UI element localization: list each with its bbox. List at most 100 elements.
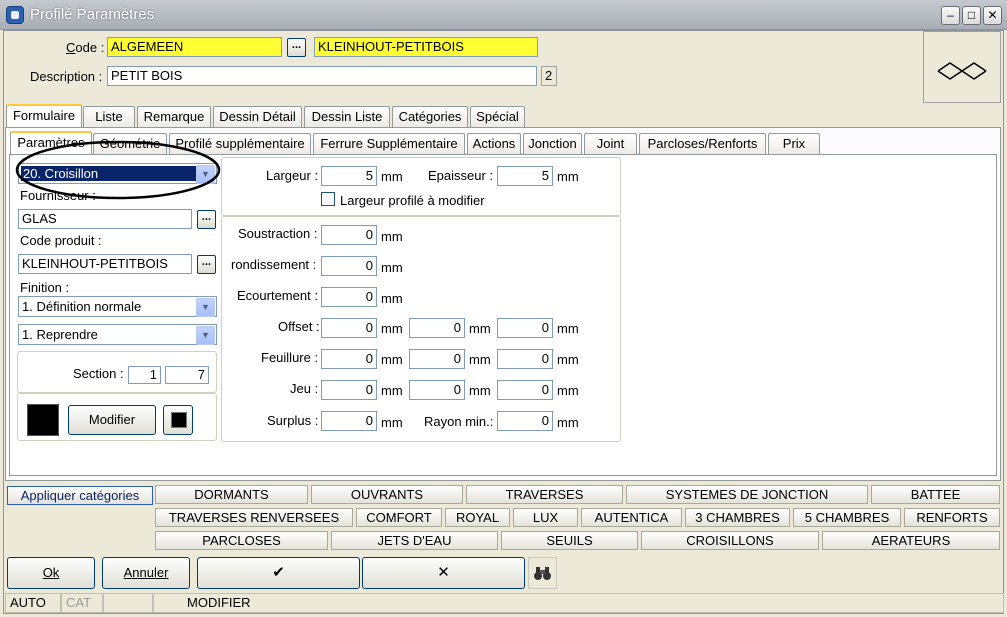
annuler-label: Annuler bbox=[123, 565, 169, 580]
soustraction-field[interactable]: 0 bbox=[321, 225, 377, 245]
ok-label: Ok bbox=[42, 565, 60, 580]
category-jets-d-eau[interactable]: JETS D'EAU bbox=[331, 531, 498, 550]
unit-label: mm bbox=[557, 415, 579, 430]
modifier-color-button[interactable]: Modifier bbox=[68, 405, 156, 435]
ecourtement-label: Ecourtement : bbox=[237, 288, 318, 303]
code-produit-field[interactable]: KLEINHOUT-PETITBOIS bbox=[18, 254, 192, 274]
code-description-field[interactable]: KLEINHOUT-PETITBOIS bbox=[314, 37, 538, 57]
category-5-chambres[interactable]: 5 CHAMBRES bbox=[793, 508, 901, 527]
fournisseur-field[interactable]: GLAS bbox=[18, 209, 192, 229]
section-label: Section : bbox=[73, 366, 124, 381]
subtab-parcloses-renforts[interactable]: Parcloses/Renforts bbox=[639, 133, 766, 154]
offset-label: Offset : bbox=[278, 319, 320, 334]
subtab-prix[interactable]: Prix bbox=[768, 133, 820, 154]
ecourtement-field[interactable]: 0 bbox=[321, 287, 377, 307]
largeur-modifier-label: Largeur profilé à modifier bbox=[340, 193, 485, 208]
status-mode: MODIFIER bbox=[153, 593, 1004, 613]
subtab-ferrure-supplementaire[interactable]: Ferrure Supplémentaire bbox=[313, 133, 465, 154]
surplus-field[interactable]: 0 bbox=[321, 411, 377, 431]
category-dormants[interactable]: DORMANTS bbox=[155, 485, 308, 504]
surplus-label: Surplus : bbox=[267, 413, 319, 428]
feuillure-field-2[interactable]: 0 bbox=[409, 349, 465, 369]
tab-remarque[interactable]: Remarque bbox=[137, 106, 211, 127]
largeur-unit: mm bbox=[381, 169, 403, 184]
offset-field-1[interactable]: 0 bbox=[321, 318, 377, 338]
arrondissement-field[interactable]: 0 bbox=[321, 256, 377, 276]
tab-categories[interactable]: Catégories bbox=[392, 106, 468, 127]
category-lux[interactable]: LUX bbox=[513, 508, 578, 527]
category-battee[interactable]: BATTEE bbox=[871, 485, 1000, 504]
rayon-field[interactable]: 0 bbox=[497, 411, 553, 431]
section-field-a[interactable]: 1 bbox=[128, 366, 161, 384]
description-label: Description : bbox=[30, 69, 103, 84]
fournisseur-lookup-button[interactable]: ... bbox=[197, 210, 216, 229]
minimize-button[interactable]: – bbox=[941, 6, 960, 25]
tab-formulaire[interactable]: Formulaire bbox=[6, 104, 82, 128]
unit-label: mm bbox=[381, 321, 403, 336]
code-lookup-button[interactable]: ... bbox=[287, 38, 306, 57]
epaisseur-field[interactable]: 5 bbox=[497, 166, 553, 186]
annuler-button[interactable]: Annuler bbox=[102, 557, 190, 589]
unit-label: mm bbox=[557, 383, 579, 398]
finition-select[interactable]: 1. Définition normale ▼ bbox=[18, 296, 217, 317]
tab-dessin-detail[interactable]: Dessin Détail bbox=[213, 106, 302, 127]
unit-label: mm bbox=[469, 321, 491, 336]
code-produit-lookup-button[interactable]: ... bbox=[197, 255, 216, 274]
status-empty bbox=[103, 593, 153, 613]
category-parcloses[interactable]: PARCLOSES bbox=[155, 531, 328, 550]
color-picker-button[interactable] bbox=[163, 405, 193, 435]
code-field[interactable]: ALGEMEEN bbox=[107, 37, 282, 57]
status-auto: AUTO bbox=[5, 593, 61, 613]
feuillure-field-1[interactable]: 0 bbox=[321, 349, 377, 369]
tab-special[interactable]: Spécial bbox=[470, 106, 525, 127]
search-button[interactable] bbox=[528, 557, 557, 589]
offset-field-3[interactable]: 0 bbox=[497, 318, 553, 338]
category-ouvrants[interactable]: OUVRANTS bbox=[311, 485, 463, 504]
jeu-field-1[interactable]: 0 bbox=[321, 380, 377, 400]
category-comfort[interactable]: COMFORT bbox=[356, 508, 442, 527]
finition-select-value: 1. Définition normale bbox=[22, 299, 142, 314]
cancel-cross-button[interactable]: ✕ bbox=[362, 557, 525, 589]
maximize-button[interactable]: □ bbox=[962, 6, 981, 25]
category-seuils[interactable]: SEUILS bbox=[501, 531, 638, 550]
apply-categories-button[interactable]: Appliquer catégories bbox=[7, 486, 153, 505]
confirm-check-button[interactable]: ✔ bbox=[197, 557, 360, 589]
jeu-label: Jeu : bbox=[290, 381, 319, 396]
subtab-joint[interactable]: Joint bbox=[584, 133, 637, 154]
title-bar: Profilé Paramètres – □ ✕ bbox=[0, 0, 1007, 30]
category-croisillons[interactable]: CROISILLONS bbox=[641, 531, 819, 550]
chevron-down-icon: ▼ bbox=[196, 298, 215, 317]
category-autentica[interactable]: AUTENTICA bbox=[581, 508, 682, 527]
largeur-modifier-checkbox[interactable] bbox=[321, 192, 335, 206]
category-royal[interactable]: ROYAL bbox=[445, 508, 510, 527]
color-swatch[interactable] bbox=[27, 404, 59, 436]
largeur-field[interactable]: 5 bbox=[321, 166, 377, 186]
unit-label: mm bbox=[469, 383, 491, 398]
profile-preview-icon bbox=[937, 62, 987, 80]
ok-button[interactable]: Ok bbox=[7, 557, 95, 589]
tab-dessin-liste[interactable]: Dessin Liste bbox=[304, 106, 390, 127]
code-label: Code : bbox=[66, 40, 105, 55]
arrondissement-label: rondissement : bbox=[231, 257, 317, 272]
cross-icon: ✕ bbox=[437, 564, 450, 581]
category-renforts[interactable]: RENFORTS bbox=[904, 508, 1000, 527]
description-field[interactable]: PETIT BOIS bbox=[107, 66, 537, 86]
unit-label: mm bbox=[381, 383, 403, 398]
jeu-field-3[interactable]: 0 bbox=[497, 380, 553, 400]
category-traverses-renversees[interactable]: TRAVERSES RENVERSEES bbox=[155, 508, 353, 527]
unit-label: mm bbox=[381, 291, 403, 306]
close-button[interactable]: ✕ bbox=[983, 6, 1002, 25]
reprendre-select[interactable]: 1. Reprendre ▼ bbox=[18, 324, 217, 345]
tab-liste[interactable]: Liste bbox=[83, 106, 135, 127]
subtab-actions[interactable]: Actions bbox=[467, 133, 521, 154]
feuillure-field-3[interactable]: 0 bbox=[497, 349, 553, 369]
category-3-chambres[interactable]: 3 CHAMBRES bbox=[685, 508, 790, 527]
category-systemes-de-jonction[interactable]: SYSTEMES DE JONCTION bbox=[626, 485, 868, 504]
subtab-jonction[interactable]: Jonction bbox=[523, 133, 582, 154]
category-traverses[interactable]: TRAVERSES bbox=[466, 485, 623, 504]
category-aerateurs[interactable]: AERATEURS bbox=[822, 531, 1000, 550]
section-field-b[interactable]: 7 bbox=[165, 366, 209, 384]
jeu-field-2[interactable]: 0 bbox=[409, 380, 465, 400]
fournisseur-label: Fournisseur : bbox=[20, 188, 96, 203]
offset-field-2[interactable]: 0 bbox=[409, 318, 465, 338]
